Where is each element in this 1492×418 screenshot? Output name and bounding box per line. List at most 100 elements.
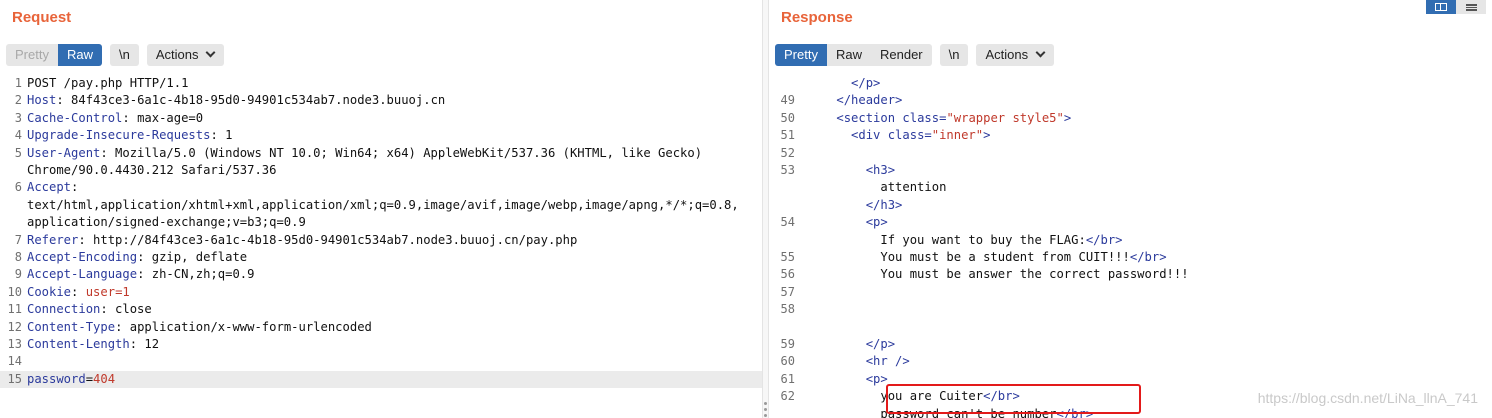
response-tab-pretty[interactable]: Pretty — [775, 44, 827, 66]
header-name: Accept-Language — [27, 267, 138, 282]
header-name: User-Agent — [27, 145, 101, 160]
chevron-down-icon — [206, 47, 216, 58]
split-view-button[interactable] — [1426, 0, 1456, 14]
line-number: 51 — [780, 128, 795, 143]
line-text: <section class="wrapper style5"> — [807, 110, 1071, 127]
header-value: : zh-CN,zh;q=0.9 — [137, 267, 255, 282]
line-text: POST /pay.php HTTP/1.1 — [27, 75, 188, 92]
line-text: application/signed-exchange;v=b3;q=0.9 — [27, 214, 306, 231]
response-tab-render[interactable]: Render — [870, 44, 932, 66]
response-line: attention — [769, 179, 1492, 196]
header-value: : — [71, 284, 86, 299]
drag-handle-dot — [764, 408, 767, 411]
header-name: Content-Length — [27, 337, 130, 351]
request-line: 14 — [0, 353, 762, 370]
response-line: 49 </header> — [769, 92, 1492, 109]
line-text: <h3> — [807, 162, 895, 179]
header-value: : max-age=0 — [122, 110, 204, 125]
rows-icon — [1465, 3, 1477, 11]
request-view-tabs: Pretty Raw — [6, 44, 102, 66]
line-number: 49 — [780, 93, 795, 108]
html-tag: </br> — [1129, 250, 1167, 264]
header-name: Accept — [27, 180, 72, 195]
line-number: 4 — [14, 128, 22, 143]
response-line: </h3> — [769, 197, 1492, 214]
html-tag: > — [1063, 110, 1072, 125]
response-line — [769, 319, 1492, 336]
header-name: Accept-Encoding — [27, 250, 138, 264]
request-tab-raw[interactable]: Raw — [57, 44, 102, 66]
response-line: 53 <h3> — [769, 162, 1492, 179]
chevron-down-icon — [1035, 47, 1046, 58]
request-actions-button[interactable]: Actions — [146, 44, 225, 66]
line-text: You must be answer the correct password!… — [807, 266, 1188, 283]
watermark: https://blog.csdn.net/LiNa_llnA_741 — [1257, 390, 1478, 406]
request-newline-toggle[interactable]: \n — [109, 44, 139, 66]
header-name: Referer — [27, 232, 79, 247]
response-line: 57 — [769, 284, 1492, 301]
response-line: 55 You must be a student from CUIT!!!</b… — [769, 249, 1492, 266]
response-toolbar: Pretty Raw Render \n Actions — [775, 44, 1062, 66]
line-number: 50 — [780, 110, 795, 125]
line-number: 62 — [780, 389, 795, 404]
line-number: 52 — [780, 145, 795, 160]
response-line: 60 <hr /> — [769, 353, 1492, 370]
request-line: 12 Content-Type: application/x-www-form-u… — [0, 319, 762, 336]
header-value: : 84f43ce3-6a1c-4b18-95d0-94901c534ab7.n… — [56, 93, 446, 108]
line-number: 1 — [14, 76, 22, 90]
response-line: 58 — [769, 301, 1492, 318]
panel-divider[interactable] — [762, 0, 769, 418]
request-tab-pretty[interactable]: Pretty — [6, 44, 58, 66]
request-line: 1 POST /pay.php HTTP/1.1 — [0, 75, 762, 92]
request-line: 5 User-Agent: Mozilla/5.0 (Windows NT 10.… — [0, 145, 762, 162]
request-line: 10 Cookie: user=1 — [0, 284, 762, 301]
request-line: 6 Accept: — [0, 179, 762, 196]
html-tag: <p> — [865, 215, 888, 230]
header-value: text/html,application/xhtml+xml,applicat… — [27, 197, 739, 212]
response-panel: Response Pretty Raw Render \n Actions </… — [769, 0, 1492, 418]
header-value: : http://84f43ce3-6a1c-4b18-95d0-94901c5… — [78, 232, 578, 247]
html-tag: <div — [851, 128, 888, 143]
request-line: text/html,application/xhtml+xml,applicat… — [0, 197, 762, 214]
request-line: 9 Accept-Language: zh-CN,zh;q=0.9 — [0, 266, 762, 283]
header-value: : 12 — [129, 337, 160, 351]
line-text: <hr /> — [807, 353, 910, 370]
line-text: attention — [807, 179, 946, 196]
response-newline-toggle[interactable]: \n — [939, 44, 969, 66]
line-number: 2 — [14, 93, 22, 108]
html-text: If you want to buy the FLAG: — [880, 232, 1086, 247]
line-text: If you want to buy the FLAG:</br> — [807, 232, 1122, 249]
response-actions-button[interactable]: Actions — [976, 44, 1055, 66]
html-tag: </p> — [851, 76, 881, 90]
line-text: You must be a student from CUIT!!!</br> — [807, 249, 1167, 266]
response-tab-raw[interactable]: Raw — [826, 44, 871, 66]
line-number: 14 — [7, 354, 22, 369]
request-editor[interactable]: 1 POST /pay.php HTTP/1.1 2 Host: 84f43ce3-6… — [0, 72, 762, 418]
line-text: </p> — [807, 75, 880, 92]
line-text: Cookie: user=1 — [27, 284, 130, 301]
request-line: application/signed-exchange;v=b3;q=0.9 — [0, 214, 762, 231]
header-name: Cookie — [27, 284, 72, 299]
drag-handle-dot — [764, 402, 767, 405]
line-text: Content-Type: application/x-www-form-url… — [27, 319, 372, 336]
stacked-view-button[interactable] — [1456, 0, 1486, 14]
response-editor[interactable]: </p> 49 </header> 50 <section class="wrapp… — [769, 72, 1492, 418]
line-number: 9 — [14, 267, 22, 282]
param-value: 404 — [93, 371, 116, 386]
line-number: 5 — [14, 145, 22, 160]
line-number: 13 — [7, 337, 22, 351]
line-number: 12 — [7, 319, 22, 334]
line-number: 3 — [14, 110, 22, 125]
line-number: 60 — [780, 354, 795, 369]
line-text: Host: 84f43ce3-6a1c-4b18-95d0-94901c534a… — [27, 92, 445, 109]
